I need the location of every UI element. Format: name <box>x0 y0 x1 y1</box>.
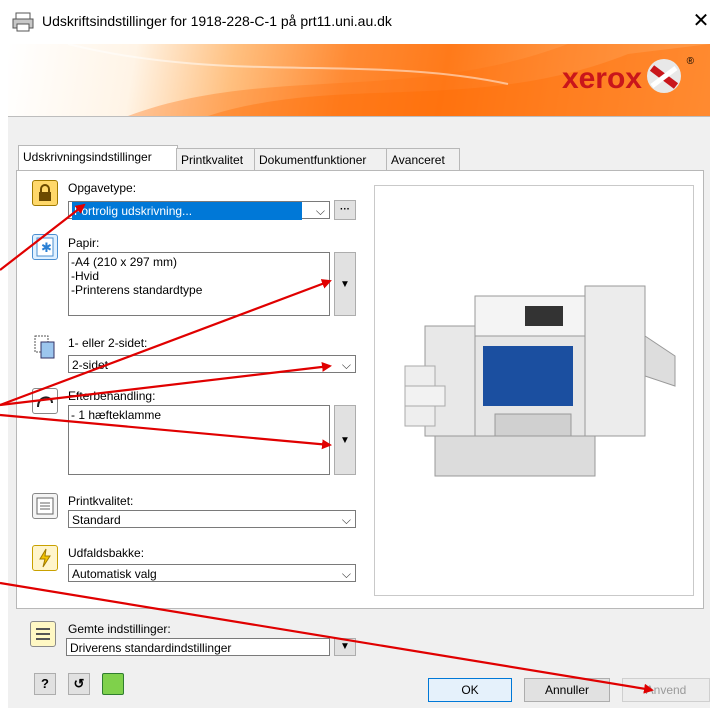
chevron-down-icon: ⌵ <box>341 567 351 581</box>
cancel-button[interactable]: Annuller <box>524 678 610 702</box>
xerox-logo: xerox <box>561 62 642 95</box>
svg-text:✱: ✱ <box>41 240 52 255</box>
brand-banner: xerox ® <box>8 44 710 116</box>
saved-settings-dropdown-button[interactable]: ▼ <box>334 638 356 656</box>
tab-udskrivningsindstillinger[interactable]: Udskrivningsindstillinger <box>18 145 178 172</box>
registered-mark: ® <box>686 56 694 67</box>
print-quality-value: Standard <box>72 513 121 527</box>
saved-settings-label: Gemte indstillinger: <box>68 622 171 636</box>
xerox-ball-icon <box>647 59 681 93</box>
printer-illustration <box>404 285 676 477</box>
job-type-value: Fortrolig udskrivning... <box>72 202 302 220</box>
chevron-down-icon: ⌵ <box>315 204 325 218</box>
job-type-more-button[interactable]: ··· <box>334 200 356 220</box>
print-quality-icon <box>32 493 58 519</box>
paper-dropdown-button[interactable]: ▼ <box>334 252 356 316</box>
window-title: Udskriftsindstillinger for 1918-228-C-1 … <box>42 13 392 29</box>
print-quality-select[interactable]: Standard ⌵ <box>68 510 356 528</box>
output-tray-icon <box>32 545 58 571</box>
saved-settings-value: Driverens standardindstillinger <box>70 641 232 655</box>
title-bar: Udskriftsindstillinger for 1918-228-C-1 … <box>0 0 719 44</box>
apply-button[interactable]: Anvend <box>622 678 710 702</box>
saved-settings-select[interactable]: Driverens standardindstillinger <box>66 638 330 656</box>
job-type-select[interactable]: Fortrolig udskrivning... ⌵ <box>68 201 330 220</box>
duplex-label: 1- eller 2-sidet: <box>68 336 148 350</box>
paper-size: -A4 (210 x 297 mm) <box>71 255 178 269</box>
job-type-label: Opgavetype: <box>68 181 137 195</box>
printer-icon <box>12 12 34 32</box>
duplex-icon <box>32 334 58 360</box>
paper-color: -Hvid <box>71 269 100 283</box>
saved-settings-icon <box>30 621 56 647</box>
paper-label: Papir: <box>68 236 100 250</box>
ok-button[interactable]: OK <box>428 678 512 702</box>
output-tray-value: Automatisk valg <box>72 567 157 581</box>
tab-dokumentfunktioner[interactable]: Dokumentfunktioner <box>254 148 388 171</box>
tab-avanceret[interactable]: Avanceret <box>386 148 460 171</box>
paper-listbox[interactable]: -A4 (210 x 297 mm) -Hvid -Printerens sta… <box>68 252 330 316</box>
print-quality-label: Printkvalitet: <box>68 494 134 508</box>
duplex-select[interactable]: 2-sidet ⌵ <box>68 355 356 373</box>
output-tray-label: Udfaldsbakke: <box>68 546 145 560</box>
tab-printkvalitet[interactable]: Printkvalitet <box>176 148 258 171</box>
finishing-listbox[interactable]: - 1 hæfteklamme <box>68 405 330 475</box>
finishing-item: - 1 hæfteklamme <box>71 408 162 422</box>
paper-icon: ✱ <box>32 234 58 260</box>
reset-button[interactable]: ↺ <box>68 673 90 695</box>
help-button[interactable]: ? <box>34 673 56 695</box>
output-tray-select[interactable]: Automatisk valg ⌵ <box>68 564 356 582</box>
status-icon[interactable] <box>102 673 124 695</box>
lock-icon <box>32 180 58 206</box>
duplex-value: 2-sidet <box>72 358 109 372</box>
chevron-down-icon: ⌵ <box>341 358 351 372</box>
close-icon[interactable]: ✕ <box>690 8 712 33</box>
staple-icon <box>32 388 58 414</box>
paper-type: -Printerens standardtype <box>71 283 203 297</box>
printer-preview <box>374 185 694 596</box>
finishing-label: Efterbehandling: <box>68 389 156 403</box>
finishing-dropdown-button[interactable]: ▼ <box>334 405 356 475</box>
chevron-down-icon: ⌵ <box>341 513 351 527</box>
